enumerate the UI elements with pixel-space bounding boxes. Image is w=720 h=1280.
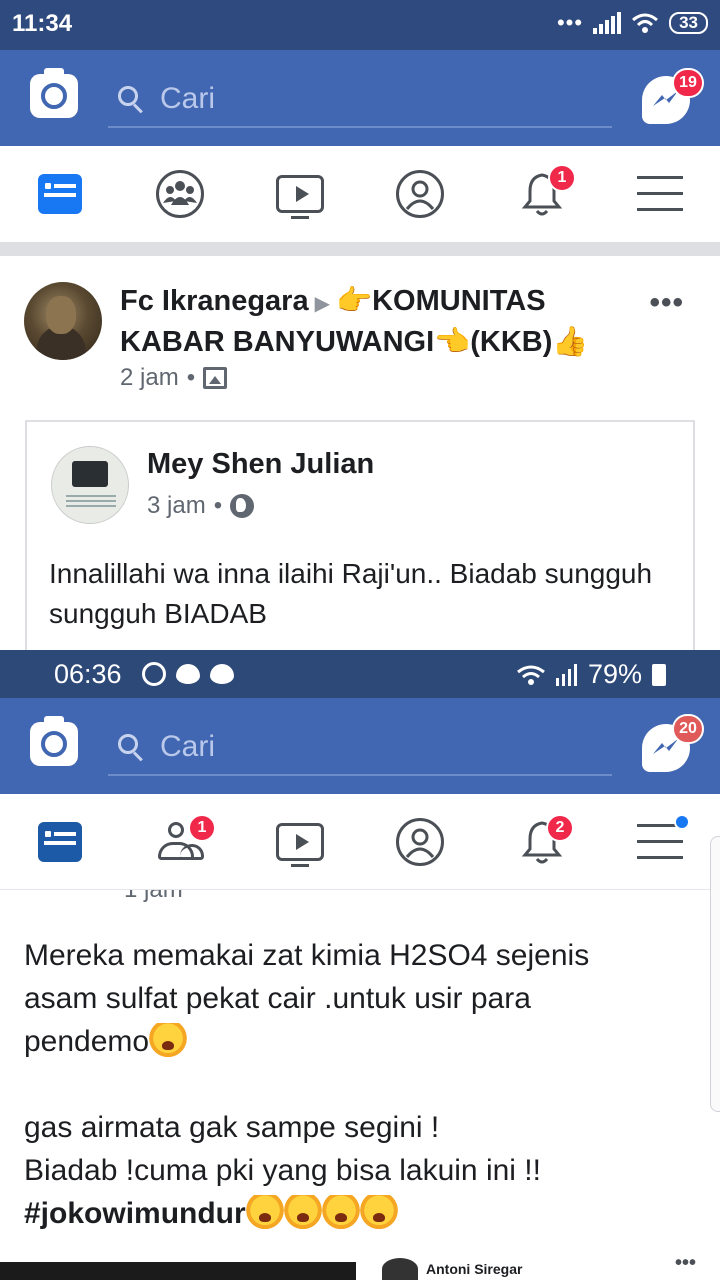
camera-icon[interactable]: [30, 716, 78, 766]
search-icon: [116, 84, 146, 114]
arrow-right-icon: ▶: [314, 293, 330, 315]
video-icon: [276, 175, 324, 219]
tab-bar: 1: [0, 146, 720, 256]
crying-face-emoji-icon: [321, 1195, 360, 1229]
video-icon: [276, 823, 324, 867]
status-icons: ••• 33: [557, 10, 708, 36]
feed-post: Fc Ikranegara ▶ 👉KOMUNITAS KABAR BANYUWANG…: [0, 256, 720, 660]
more-notifications-icon: •••: [556, 10, 584, 35]
crying-face-emoji-icon: [149, 1023, 188, 1057]
tab-profile[interactable]: [390, 166, 450, 222]
shared-avatar[interactable]: [51, 446, 129, 524]
tab-menu[interactable]: [630, 166, 690, 222]
embedded-post-text: Mereka memakai zat kimia H2SO4 sejenis a…: [24, 934, 664, 1235]
text-line: Biadab !cuma pki yang bisa lakuin ini !!: [24, 1154, 541, 1187]
post-author[interactable]: Fc Ikranegara: [120, 285, 309, 317]
separator-dot: •: [213, 492, 223, 519]
more-options-icon[interactable]: •••: [649, 286, 684, 320]
post-header: Fc Ikranegara ▶ 👉KOMUNITAS KABAR BANYUWANG…: [120, 282, 640, 361]
post-meta: 2 jam •: [120, 364, 228, 392]
post-time[interactable]: 2 jam: [120, 364, 179, 392]
tab-watch[interactable]: [270, 166, 330, 222]
signal-icon: [555, 663, 577, 686]
tab-news-feed[interactable]: [30, 166, 90, 222]
messenger-badge: 20: [672, 714, 704, 744]
tab-watch[interactable]: [270, 814, 330, 870]
groups-icon: [156, 170, 204, 218]
embedded-post: 1 jam Mereka memakai zat kimia H2SO4 sej…: [0, 890, 710, 1280]
screenshot-page: 11:34 ••• 33 Cari 19 1 Fc Ikranegara ▶ 👉…: [0, 0, 720, 1280]
text-line: asam sulfat pekat cair .untuk usir para: [24, 982, 531, 1015]
camera-icon[interactable]: [30, 68, 78, 118]
profile-icon: [396, 170, 444, 218]
friends-badge: 1: [188, 814, 216, 842]
shared-post[interactable]: Mey Shen Julian 3 jam • Innalillahi wa in…: [25, 420, 695, 660]
notification-badge: 1: [548, 164, 576, 192]
avatar[interactable]: [382, 1258, 418, 1280]
status-bar: 11:34 ••• 33: [0, 0, 720, 50]
globe-icon: [230, 494, 255, 518]
tab-groups[interactable]: [150, 166, 210, 222]
messenger-badge: 19: [672, 68, 704, 98]
scroll-panel-edge: [710, 836, 720, 1112]
app-header: Cari 19: [0, 50, 720, 146]
embedded-status-icons: 79%: [516, 659, 666, 690]
signal-icon: [593, 12, 622, 34]
battery-indicator: 33: [669, 12, 708, 34]
search-icon: [116, 732, 146, 762]
embedded-tab-bar: 1 2: [0, 794, 720, 890]
shared-text: Innalillahi wa inna ilaihi Raji'un.. Bia…: [49, 558, 653, 629]
search-placeholder: Cari: [160, 82, 216, 115]
status-time: 11:34: [12, 10, 73, 37]
photo-icon: [203, 367, 228, 389]
tab-news-feed[interactable]: [30, 814, 90, 870]
twitter-icon: [210, 664, 234, 684]
menu-new-dot: [674, 814, 690, 830]
embedded-status-bar: 06:36 79%: [0, 650, 720, 698]
embedded-app-header: Cari 20: [0, 698, 720, 794]
wifi-icon: [632, 13, 659, 33]
crying-face-emoji-icon: [283, 1195, 322, 1229]
crying-face-emoji-icon: [359, 1195, 398, 1229]
shared-meta: 3 jam •: [147, 492, 255, 520]
hamburger-menu-icon: [637, 174, 683, 214]
embedded-author-row: Antoni Siregar: [382, 1258, 522, 1280]
embedded-battery-text: 79%: [587, 659, 642, 689]
battery-icon: [652, 663, 666, 686]
notification-badge: 2: [546, 814, 574, 842]
separator-dot: •: [186, 364, 196, 391]
tab-profile[interactable]: [390, 814, 450, 870]
image-preview[interactable]: [0, 1262, 356, 1280]
whatsapp-icon: [142, 662, 166, 686]
twitter-icon: [176, 664, 200, 684]
more-options-icon[interactable]: •••: [675, 1252, 696, 1275]
text-line: gas airmata gak sampe segini !: [24, 1111, 440, 1144]
search-input[interactable]: Cari: [108, 72, 612, 128]
embedded-status-time: 06:36: [54, 659, 122, 689]
text-line: Mereka memakai zat kimia H2SO4 sejenis: [24, 939, 590, 972]
news-feed-icon: [38, 822, 82, 862]
embedded-search-input[interactable]: Cari: [108, 720, 612, 776]
embedded-post-time: 1 jam: [124, 890, 183, 904]
text-line: pendemo: [24, 1025, 150, 1058]
search-placeholder: Cari: [160, 730, 216, 763]
news-feed-icon: [38, 174, 82, 214]
hashtag-link[interactable]: #jokowimundur: [24, 1197, 246, 1230]
profile-icon: [396, 818, 444, 866]
embedded-author[interactable]: Antoni Siregar: [426, 1261, 522, 1277]
crying-face-emoji-icon: [245, 1195, 284, 1229]
wifi-icon: [517, 665, 545, 685]
shared-author[interactable]: Mey Shen Julian: [147, 448, 374, 481]
embedded-app-icons: [142, 662, 234, 686]
shared-time[interactable]: 3 jam: [147, 492, 206, 520]
avatar[interactable]: [24, 282, 102, 360]
